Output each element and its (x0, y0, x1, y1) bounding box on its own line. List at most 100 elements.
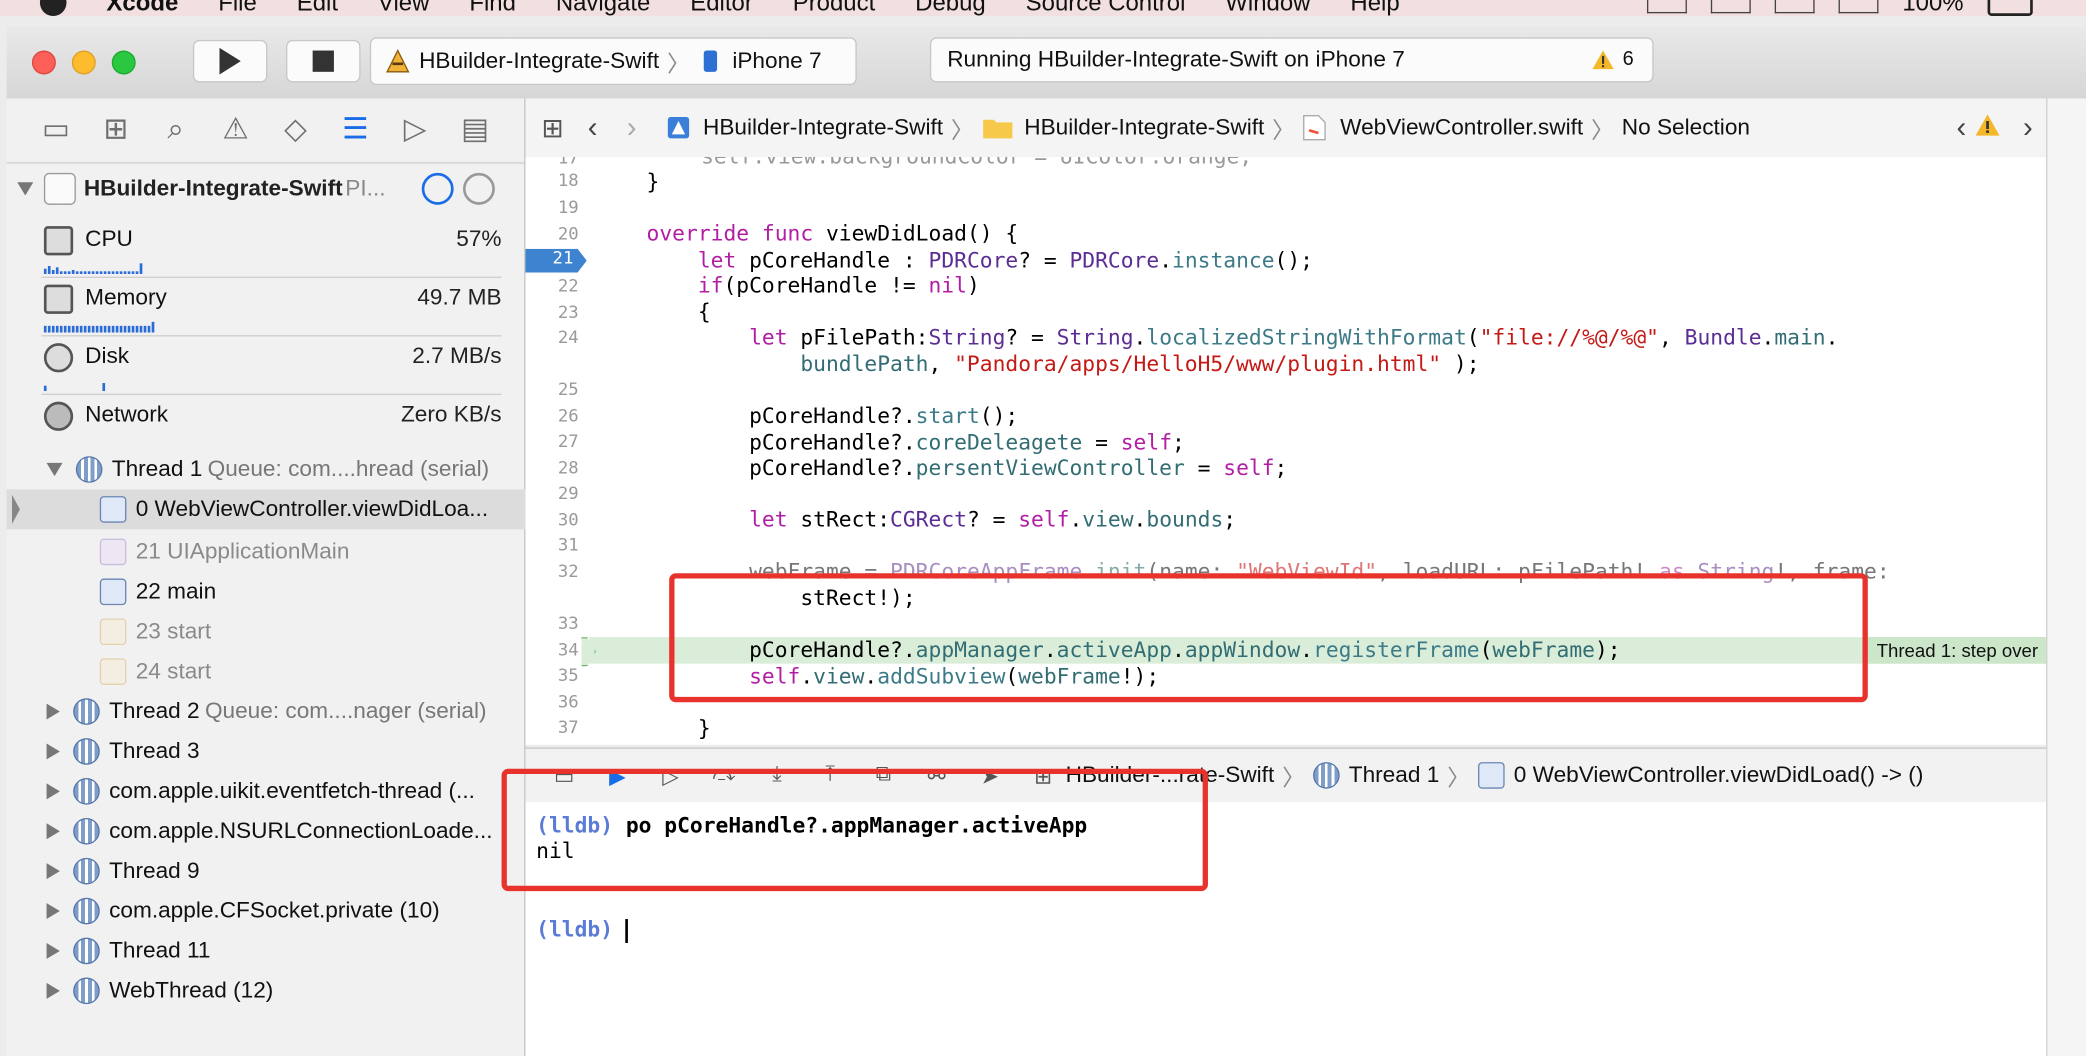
process-row[interactable]: HBuilder-Integrate-Swift PI... (7, 165, 525, 213)
test-diamond-icon[interactable]: ◇ (281, 114, 310, 143)
close-window-button[interactable] (31, 50, 56, 75)
menu-bar: Xcode File Edit View Find Navigate Edito… (0, 0, 2086, 16)
zoom-window-button[interactable] (111, 50, 136, 75)
line-number: 24 (557, 328, 579, 349)
minimize-window-button[interactable] (71, 50, 96, 75)
disclosure-closed-icon[interactable] (46, 703, 60, 720)
disk-gauge[interactable]: Disk 2.7 MB/s (41, 338, 502, 396)
menu-help[interactable]: Help (1350, 0, 1399, 17)
debug-navigator-icon[interactable]: ☰ (341, 114, 370, 143)
chevron-right-icon: 〉 (1282, 765, 1305, 791)
disclosure-open-icon[interactable] (46, 462, 63, 477)
disclosure-closed-icon[interactable] (46, 783, 60, 800)
thread-row[interactable]: com.apple.uikit.eventfetch-thread (... (7, 771, 564, 811)
thread-filter-icon[interactable] (462, 172, 495, 205)
stop-button[interactable] (286, 39, 361, 83)
cpu-gauge[interactable]: CPU 57% (41, 221, 502, 278)
thread-row[interactable]: Thread 1 Queue: com....hread (serial) (7, 450, 564, 490)
menu-find[interactable]: Find (469, 0, 516, 17)
disclosure-open-icon[interactable] (17, 182, 34, 196)
thread-name: Thread 3 (109, 738, 200, 764)
thread-row[interactable]: Thread 9 (7, 851, 564, 891)
breadcrumb-selection[interactable]: No Selection (1622, 114, 1750, 141)
memory-graph (43, 321, 155, 333)
debug-thread[interactable]: Thread 1 (1349, 762, 1440, 789)
apple-icon[interactable] (39, 0, 67, 16)
menu-source-control[interactable]: Source Control (1026, 0, 1186, 17)
thread-row[interactable]: WebThread (12) (7, 971, 564, 1011)
iphone-icon (704, 50, 718, 72)
menu-extra-icon[interactable] (1646, 0, 1687, 14)
breadcrumb-group[interactable]: HBuilder-Integrate-Swift (1024, 114, 1264, 141)
menu-debug[interactable]: Debug (915, 0, 986, 17)
disclosure-closed-icon[interactable] (46, 743, 60, 760)
battery-icon[interactable] (1987, 0, 2033, 16)
device-name: iPhone 7 (732, 47, 822, 74)
previous-issue-icon[interactable]: ‹ (1957, 110, 1967, 145)
line-number: 30 (557, 510, 579, 531)
airplay-icon[interactable] (1774, 0, 1815, 14)
menu-product[interactable]: Product (793, 0, 876, 17)
network-gauge[interactable]: Network Zero KB/s (41, 396, 502, 452)
line-number: 32 (557, 562, 579, 583)
search-icon[interactable]: ⌕ (161, 114, 190, 143)
thread-row[interactable]: Thread 11 (7, 931, 564, 971)
menu-view[interactable]: View (378, 0, 429, 17)
process-icon (43, 172, 76, 205)
disclosure-closed-icon[interactable] (46, 942, 60, 959)
menu-xcode[interactable]: Xcode (106, 0, 178, 17)
scheme-name: HBuilder-Integrate-Swift (419, 47, 660, 74)
breakpoint-icon[interactable]: ▷ (400, 114, 429, 143)
thread-row[interactable]: Thread 2 Queue: com....nager (serial) (7, 692, 564, 732)
frame-name: 21 UIApplicationMain (135, 538, 350, 564)
issue-warning-icon[interactable]: ⚠ (221, 114, 250, 143)
next-issue-icon[interactable]: › (2023, 110, 2033, 145)
thread-row[interactable]: com.apple.NSURLConnectionLoade... (7, 811, 564, 851)
report-icon[interactable]: ▤ (460, 114, 489, 143)
network-value: Zero KB/s (400, 401, 502, 427)
frame-name: 23 start (135, 618, 212, 644)
menu-editor[interactable]: Editor (690, 0, 753, 17)
breadcrumb-file[interactable]: WebViewController.swift (1340, 114, 1583, 141)
line-number: 34 (557, 641, 579, 662)
line-number: 31 (557, 535, 579, 556)
breadcrumb-project[interactable]: HBuilder-Integrate-Swift (703, 114, 943, 141)
disclosure-closed-icon[interactable] (46, 823, 60, 840)
volume-icon[interactable] (1838, 0, 1879, 14)
menu-navigate[interactable]: Navigate (556, 0, 651, 17)
line-number: 35 (557, 666, 579, 687)
gear-icon (99, 618, 127, 646)
code-line: } (646, 715, 711, 741)
thread-row[interactable]: Thread 3 (7, 732, 564, 772)
symbol-navigator-icon[interactable]: ⊞ (101, 114, 130, 143)
debug-frame[interactable]: 0 WebViewController.viewDidLoad() -> () (1514, 762, 1924, 789)
disclosure-closed-icon[interactable] (46, 903, 60, 920)
wifi-icon[interactable] (1710, 0, 1751, 14)
warnings-indicator[interactable]: 6 (1591, 48, 1634, 70)
back-arrow-icon[interactable]: ‹ (588, 110, 598, 145)
memory-gauge[interactable]: Memory 49.7 MB (41, 279, 502, 337)
thread-row[interactable]: com.apple.CFSocket.private (10) (7, 891, 564, 931)
code-line: pCoreHandle?.coreDeleagete = self; (646, 429, 1185, 455)
menu-edit[interactable]: Edit (297, 0, 338, 17)
code-line: let pCoreHandle : PDRCore? = PDRCore.ins… (697, 247, 1314, 273)
chevron-right-icon: 〉 (1591, 117, 1614, 143)
code-line: override func viewDidLoad() { (646, 220, 1019, 247)
stop-icon (312, 50, 334, 72)
forward-arrow-icon[interactable]: › (627, 110, 637, 145)
folder-icon[interactable]: ▭ (41, 114, 70, 143)
related-items-icon[interactable]: ⊞ (541, 111, 563, 144)
disclosure-closed-icon[interactable] (46, 863, 60, 880)
console-input-line[interactable]: (lldb) (536, 916, 629, 943)
chevron-right-icon: 〉 (951, 117, 974, 143)
line-number-gutter[interactable]: 17 18 19 20 21 22 23 24 25 26 27 28 29 3… (525, 156, 590, 745)
menu-window[interactable]: Window (1225, 0, 1310, 17)
run-button[interactable] (192, 39, 268, 83)
gauge-icon[interactable] (421, 172, 454, 205)
menu-file[interactable]: File (218, 0, 257, 17)
scheme-selector[interactable]: HBuilder-Integrate-Swift 〉 iPhone 7 (369, 37, 857, 86)
warning-icon[interactable] (1974, 112, 2001, 143)
breakpoint-marker[interactable]: 21 (525, 248, 587, 273)
disclosure-closed-icon[interactable] (46, 982, 60, 999)
play-icon (219, 47, 241, 75)
